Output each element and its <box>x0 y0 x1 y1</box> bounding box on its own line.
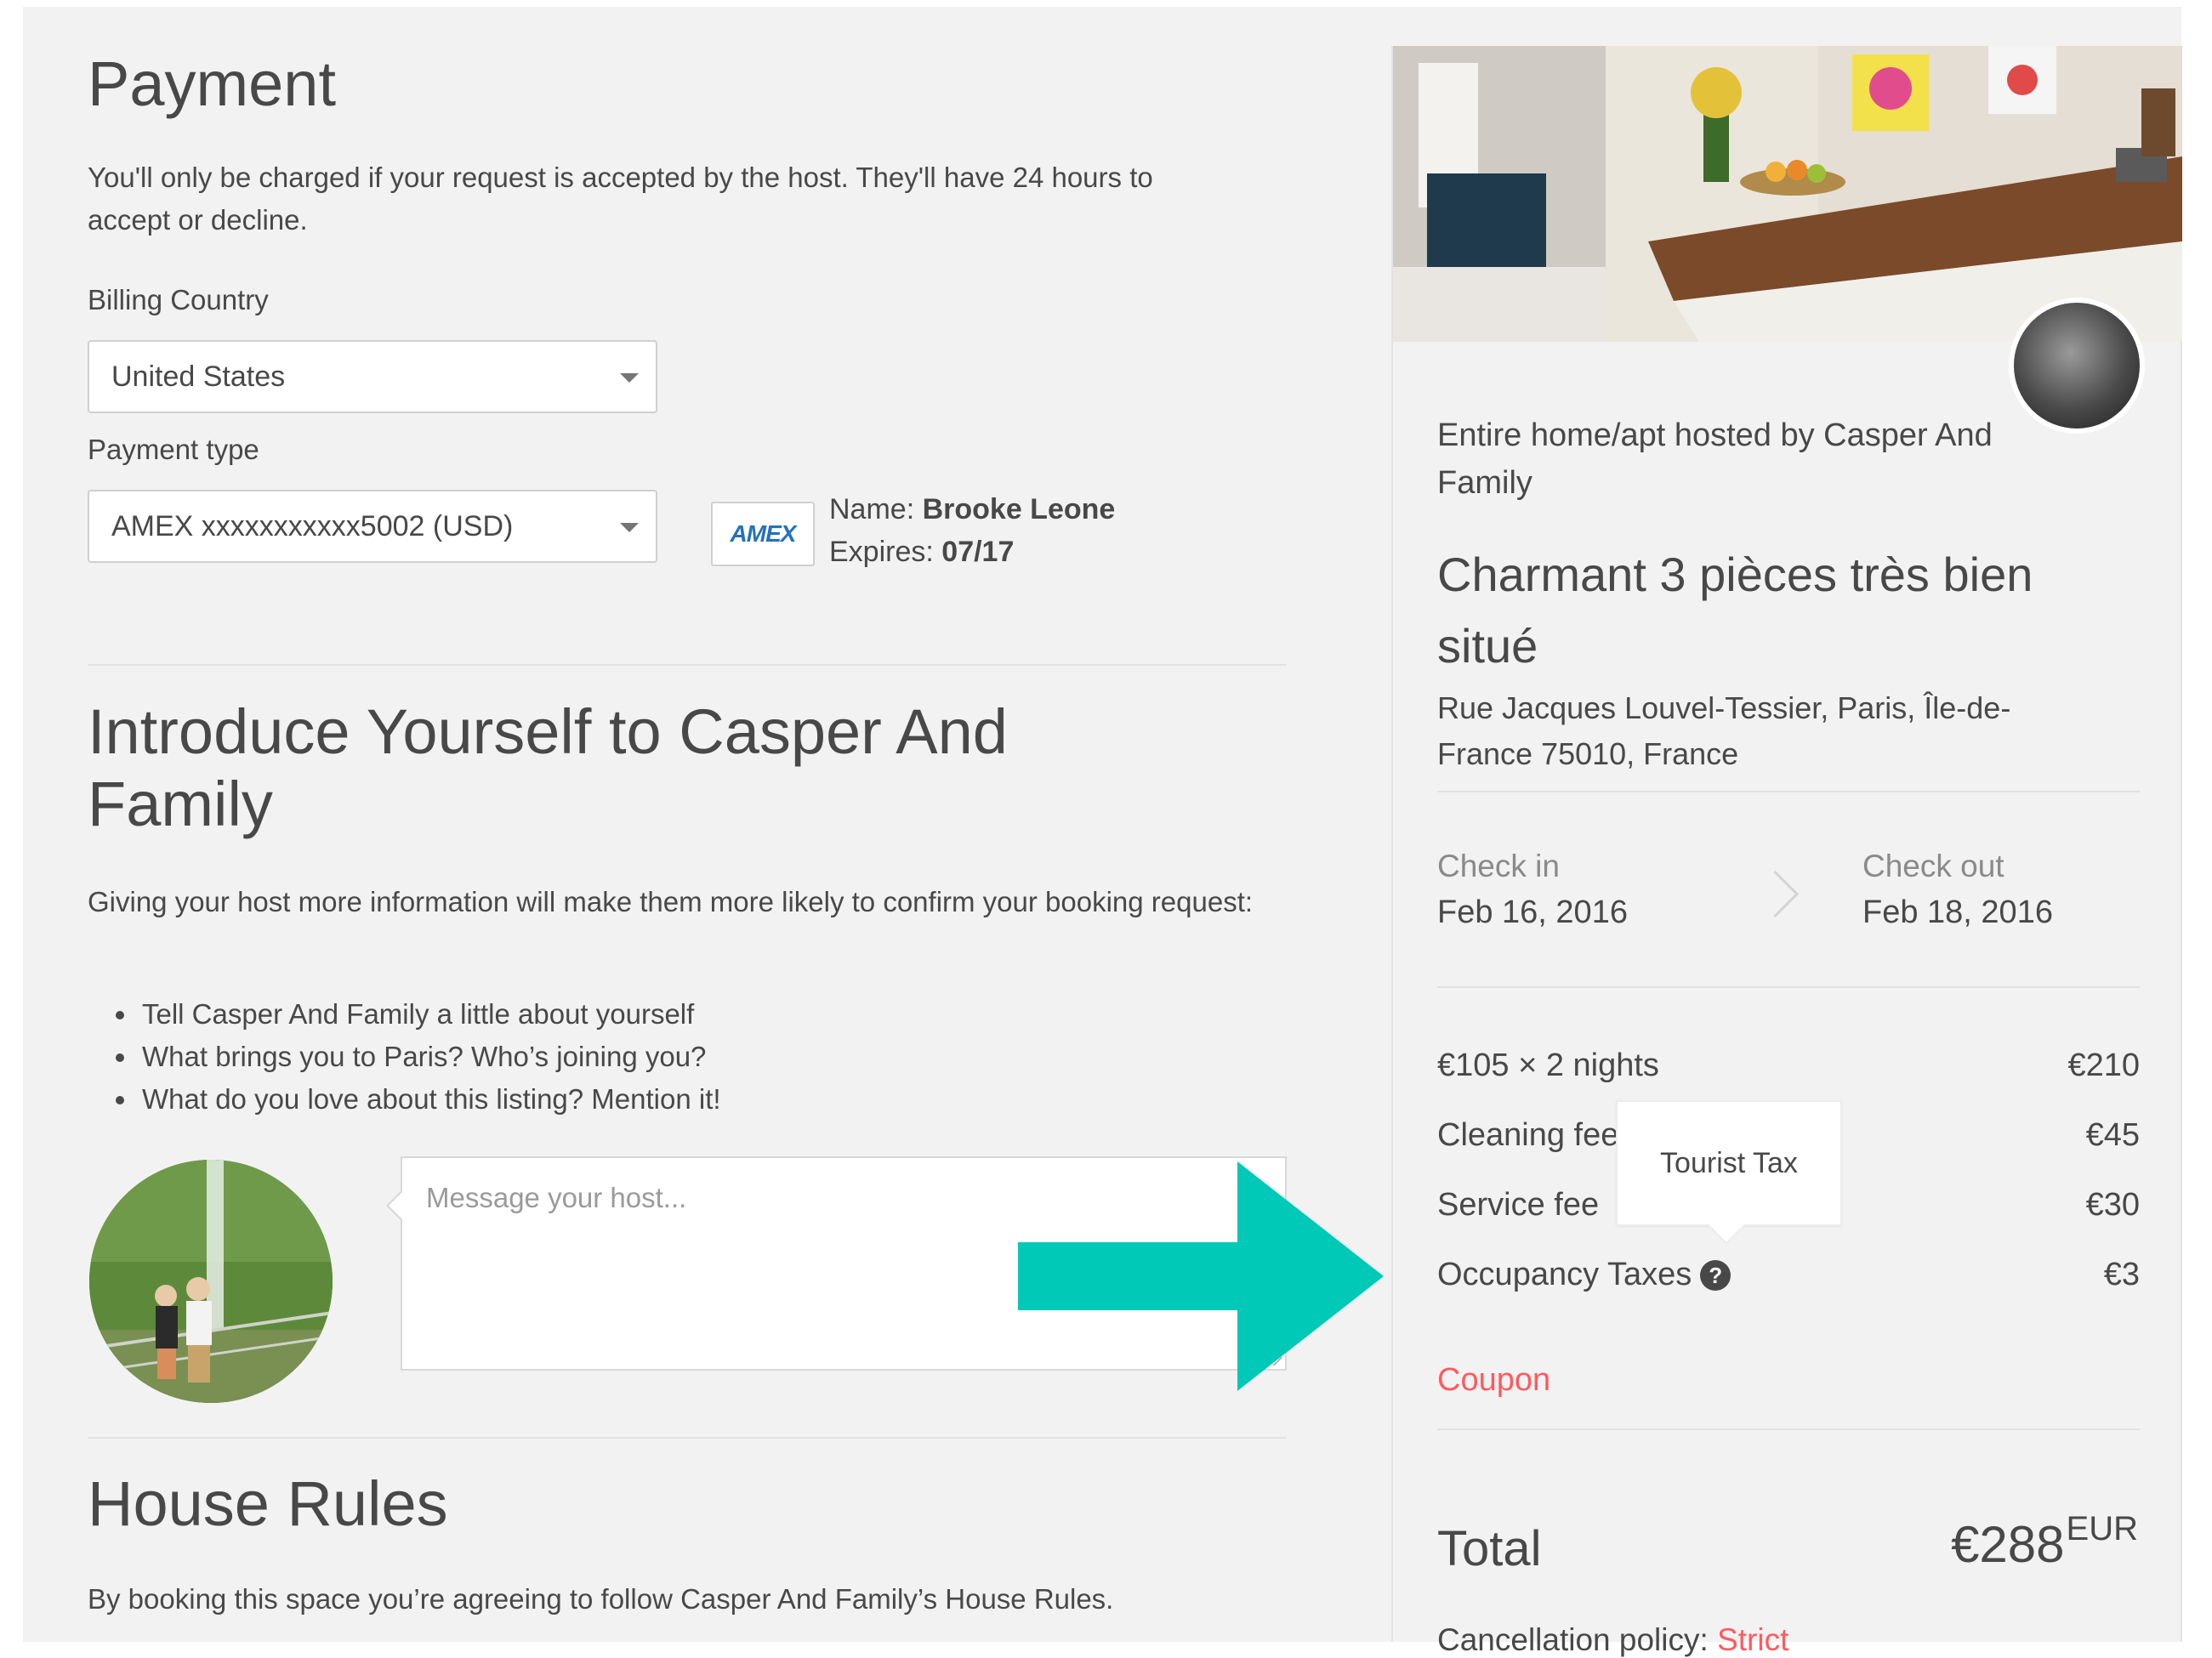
chevron-down-icon <box>620 373 639 383</box>
list-item: Tell Casper And Family a little about yo… <box>139 993 721 1036</box>
card-expires-label: Expires: <box>829 536 934 568</box>
user-avatar <box>89 1160 333 1403</box>
billing-country-select[interactable]: United States <box>88 340 657 413</box>
price-label: €105 × 2 nights <box>1437 1048 1659 1083</box>
check-in-date: Feb 16, 2016 <box>1437 894 1628 930</box>
total-value: €288EUR <box>1951 1510 2138 1574</box>
price-value: €30 <box>2085 1187 2140 1223</box>
price-label: Occupancy Taxes <box>1437 1257 1692 1292</box>
listing-title: Charmant 3 pièces très bien situé <box>1437 548 2033 673</box>
price-value: €3 <box>2103 1257 2140 1292</box>
arrow-right-icon <box>1018 1161 1384 1391</box>
cancellation-policy: Cancellation policy: Strict <box>1437 1622 1788 1658</box>
payment-description: You'll only be charged if your request i… <box>88 162 1153 236</box>
payment-title: Payment <box>88 48 337 119</box>
listing-address: Rue Jacques Louvel-Tessier, Paris, Île-d… <box>1437 690 2011 771</box>
card-divider <box>1437 1428 2140 1430</box>
hosted-by: Entire home/apt hosted by Casper And Fam… <box>1437 417 1993 501</box>
payment-type-value: AMEX xxxxxxxxxxx5002 (USD) <box>111 509 514 542</box>
total-amount: €288 <box>1951 1516 2065 1573</box>
listing-photo <box>1393 46 2182 342</box>
page: Payment You'll only be charged if your r… <box>23 7 2182 1657</box>
card-name: Name: Brooke Leone <box>829 488 1115 531</box>
card-expires: Expires: 07/17 <box>829 531 1115 573</box>
tourist-tax-tooltip: Tourist Tax <box>1616 1100 1842 1226</box>
billing-country-value: United States <box>111 360 286 393</box>
price-value: €210 <box>2067 1048 2140 1083</box>
check-out-label: Check out <box>1862 849 2004 883</box>
price-row-occupancy-taxes: Occupancy Taxes? €3 <box>1437 1257 2140 1308</box>
price-row-nights: €105 × 2 nights €210 <box>1437 1048 2140 1099</box>
total-label: Total <box>1437 1521 1542 1576</box>
listing-summary-card: Entire home/apt hosted by Casper And Fam… <box>1391 46 2182 1657</box>
section-divider <box>88 664 1287 666</box>
check-out-date: Feb 18, 2016 <box>1862 894 2053 930</box>
introduce-tips-list: Tell Casper And Family a little about yo… <box>105 993 721 1121</box>
check-in-label: Check in <box>1437 849 1560 883</box>
payment-type-label: Payment type <box>88 434 259 465</box>
payment-type-select[interactable]: AMEX xxxxxxxxxxx5002 (USD) <box>88 490 657 563</box>
price-value: €45 <box>2085 1117 2140 1153</box>
chevron-down-icon <box>620 523 639 532</box>
list-item: What do you love about this listing? Men… <box>139 1078 721 1121</box>
price-label: Service fee <box>1437 1187 1600 1223</box>
card-divider <box>1437 791 2140 792</box>
cancellation-label: Cancellation policy: <box>1437 1622 1709 1657</box>
message-placeholder: Message your host... <box>426 1182 687 1213</box>
house-rules-title: House Rules <box>88 1468 448 1539</box>
introduce-title: Introduce Yourself to Casper And Family <box>88 696 1008 840</box>
card-divider <box>1437 986 2140 988</box>
total-currency: EUR <box>2066 1510 2138 1547</box>
user-avatar-photo <box>89 1160 333 1403</box>
card-name-label: Name: <box>829 493 915 525</box>
coupon-link[interactable]: Coupon <box>1437 1362 1550 1399</box>
host-avatar[interactable] <box>2009 298 2145 434</box>
listing-photo-image <box>1393 46 2182 342</box>
card-info: Name: Brooke Leone Expires: 07/17 <box>829 488 1115 573</box>
cancellation-policy-link[interactable]: Strict <box>1717 1622 1788 1657</box>
chevron-right-icon <box>1751 870 1800 918</box>
introduce-description: Giving your host more information will m… <box>88 886 1254 917</box>
house-rules-description: By booking this space you’re agreeing to… <box>88 1583 1114 1615</box>
card-name-value: Brooke Leone <box>922 493 1116 525</box>
list-item: What brings you to Paris? Who’s joining … <box>139 1036 721 1078</box>
price-label: Cleaning fee <box>1437 1117 1619 1153</box>
amex-card-icon: AMEX <box>711 502 815 566</box>
section-divider <box>88 1437 1287 1439</box>
occupancy-taxes-label: Occupancy Taxes? <box>1437 1257 1732 1293</box>
card-expires-value: 07/17 <box>941 536 1015 568</box>
booking-form: Payment You'll only be charged if your r… <box>23 7 1299 1642</box>
billing-country-label: Billing Country <box>88 284 269 315</box>
help-icon[interactable]: ? <box>1700 1260 1732 1291</box>
